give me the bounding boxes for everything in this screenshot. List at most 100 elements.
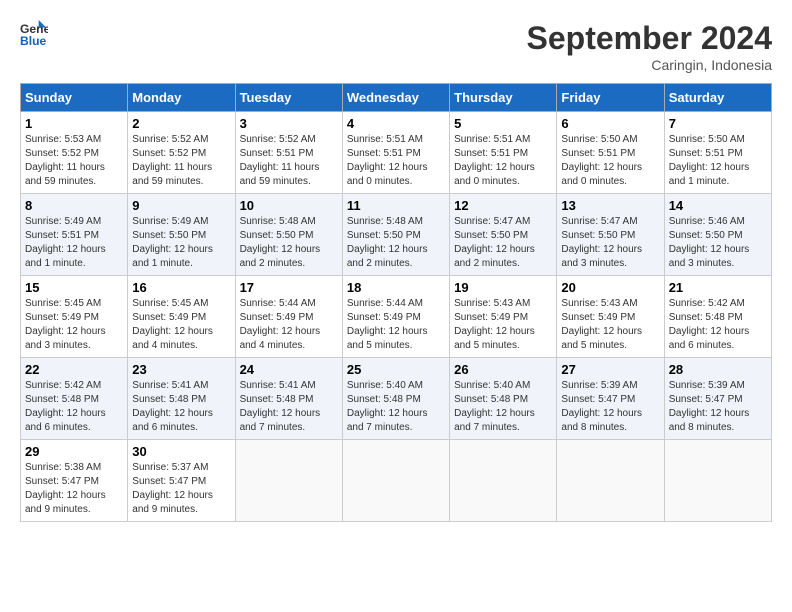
calendar-cell: 28 Sunrise: 5:39 AM Sunset: 5:47 PM Dayl… bbox=[664, 358, 771, 440]
day-number: 23 bbox=[132, 362, 230, 377]
calendar-week-row: 22 Sunrise: 5:42 AM Sunset: 5:48 PM Dayl… bbox=[21, 358, 772, 440]
calendar-cell: 10 Sunrise: 5:48 AM Sunset: 5:50 PM Dayl… bbox=[235, 194, 342, 276]
calendar-cell bbox=[450, 440, 557, 522]
day-number: 20 bbox=[561, 280, 659, 295]
day-number: 14 bbox=[669, 198, 767, 213]
header-day-tuesday: Tuesday bbox=[235, 84, 342, 112]
calendar-cell: 17 Sunrise: 5:44 AM Sunset: 5:49 PM Dayl… bbox=[235, 276, 342, 358]
calendar-cell: 25 Sunrise: 5:40 AM Sunset: 5:48 PM Dayl… bbox=[342, 358, 449, 440]
day-number: 16 bbox=[132, 280, 230, 295]
day-info: Sunrise: 5:41 AM Sunset: 5:48 PM Dayligh… bbox=[240, 379, 338, 435]
day-info: Sunrise: 5:46 AM Sunset: 5:50 PM Dayligh… bbox=[669, 215, 767, 271]
location: Caringin, Indonesia bbox=[527, 57, 772, 73]
day-number: 11 bbox=[347, 198, 445, 213]
calendar-cell: 26 Sunrise: 5:40 AM Sunset: 5:48 PM Dayl… bbox=[450, 358, 557, 440]
calendar-cell: 30 Sunrise: 5:37 AM Sunset: 5:47 PM Dayl… bbox=[128, 440, 235, 522]
calendar-week-row: 15 Sunrise: 5:45 AM Sunset: 5:49 PM Dayl… bbox=[21, 276, 772, 358]
day-number: 29 bbox=[25, 444, 123, 459]
day-number: 5 bbox=[454, 116, 552, 131]
day-number: 28 bbox=[669, 362, 767, 377]
day-info: Sunrise: 5:48 AM Sunset: 5:50 PM Dayligh… bbox=[240, 215, 338, 271]
header-day-sunday: Sunday bbox=[21, 84, 128, 112]
day-info: Sunrise: 5:38 AM Sunset: 5:47 PM Dayligh… bbox=[25, 461, 123, 517]
day-number: 19 bbox=[454, 280, 552, 295]
day-number: 30 bbox=[132, 444, 230, 459]
day-number: 6 bbox=[561, 116, 659, 131]
header-day-saturday: Saturday bbox=[664, 84, 771, 112]
day-number: 15 bbox=[25, 280, 123, 295]
day-number: 2 bbox=[132, 116, 230, 131]
day-info: Sunrise: 5:45 AM Sunset: 5:49 PM Dayligh… bbox=[132, 297, 230, 353]
day-info: Sunrise: 5:52 AM Sunset: 5:51 PM Dayligh… bbox=[240, 133, 338, 189]
day-info: Sunrise: 5:43 AM Sunset: 5:49 PM Dayligh… bbox=[561, 297, 659, 353]
calendar-cell: 2 Sunrise: 5:52 AM Sunset: 5:52 PM Dayli… bbox=[128, 112, 235, 194]
day-info: Sunrise: 5:39 AM Sunset: 5:47 PM Dayligh… bbox=[561, 379, 659, 435]
day-info: Sunrise: 5:39 AM Sunset: 5:47 PM Dayligh… bbox=[669, 379, 767, 435]
calendar-cell: 24 Sunrise: 5:41 AM Sunset: 5:48 PM Dayl… bbox=[235, 358, 342, 440]
day-number: 12 bbox=[454, 198, 552, 213]
day-info: Sunrise: 5:51 AM Sunset: 5:51 PM Dayligh… bbox=[454, 133, 552, 189]
calendar-cell: 20 Sunrise: 5:43 AM Sunset: 5:49 PM Dayl… bbox=[557, 276, 664, 358]
calendar-table: SundayMondayTuesdayWednesdayThursdayFrid… bbox=[20, 83, 772, 522]
calendar-cell: 27 Sunrise: 5:39 AM Sunset: 5:47 PM Dayl… bbox=[557, 358, 664, 440]
title-area: September 2024 Caringin, Indonesia bbox=[527, 20, 772, 73]
day-info: Sunrise: 5:48 AM Sunset: 5:50 PM Dayligh… bbox=[347, 215, 445, 271]
calendar-cell: 12 Sunrise: 5:47 AM Sunset: 5:50 PM Dayl… bbox=[450, 194, 557, 276]
calendar-cell: 15 Sunrise: 5:45 AM Sunset: 5:49 PM Dayl… bbox=[21, 276, 128, 358]
day-info: Sunrise: 5:50 AM Sunset: 5:51 PM Dayligh… bbox=[561, 133, 659, 189]
calendar-cell: 9 Sunrise: 5:49 AM Sunset: 5:50 PM Dayli… bbox=[128, 194, 235, 276]
calendar-cell bbox=[235, 440, 342, 522]
calendar-cell: 21 Sunrise: 5:42 AM Sunset: 5:48 PM Dayl… bbox=[664, 276, 771, 358]
day-info: Sunrise: 5:47 AM Sunset: 5:50 PM Dayligh… bbox=[561, 215, 659, 271]
day-info: Sunrise: 5:42 AM Sunset: 5:48 PM Dayligh… bbox=[669, 297, 767, 353]
day-number: 21 bbox=[669, 280, 767, 295]
calendar-cell bbox=[664, 440, 771, 522]
calendar-cell: 4 Sunrise: 5:51 AM Sunset: 5:51 PM Dayli… bbox=[342, 112, 449, 194]
calendar-cell: 1 Sunrise: 5:53 AM Sunset: 5:52 PM Dayli… bbox=[21, 112, 128, 194]
day-number: 3 bbox=[240, 116, 338, 131]
calendar-cell bbox=[342, 440, 449, 522]
calendar-cell: 5 Sunrise: 5:51 AM Sunset: 5:51 PM Dayli… bbox=[450, 112, 557, 194]
svg-text:Blue: Blue bbox=[20, 34, 47, 48]
day-number: 27 bbox=[561, 362, 659, 377]
day-info: Sunrise: 5:43 AM Sunset: 5:49 PM Dayligh… bbox=[454, 297, 552, 353]
calendar-cell: 11 Sunrise: 5:48 AM Sunset: 5:50 PM Dayl… bbox=[342, 194, 449, 276]
day-info: Sunrise: 5:40 AM Sunset: 5:48 PM Dayligh… bbox=[454, 379, 552, 435]
day-info: Sunrise: 5:47 AM Sunset: 5:50 PM Dayligh… bbox=[454, 215, 552, 271]
calendar-cell: 23 Sunrise: 5:41 AM Sunset: 5:48 PM Dayl… bbox=[128, 358, 235, 440]
calendar-cell: 16 Sunrise: 5:45 AM Sunset: 5:49 PM Dayl… bbox=[128, 276, 235, 358]
calendar-cell: 8 Sunrise: 5:49 AM Sunset: 5:51 PM Dayli… bbox=[21, 194, 128, 276]
day-info: Sunrise: 5:40 AM Sunset: 5:48 PM Dayligh… bbox=[347, 379, 445, 435]
logo: General Blue bbox=[20, 20, 48, 48]
calendar-week-row: 1 Sunrise: 5:53 AM Sunset: 5:52 PM Dayli… bbox=[21, 112, 772, 194]
day-number: 7 bbox=[669, 116, 767, 131]
header-day-wednesday: Wednesday bbox=[342, 84, 449, 112]
day-info: Sunrise: 5:49 AM Sunset: 5:51 PM Dayligh… bbox=[25, 215, 123, 271]
calendar-header-row: SundayMondayTuesdayWednesdayThursdayFrid… bbox=[21, 84, 772, 112]
day-number: 8 bbox=[25, 198, 123, 213]
day-number: 13 bbox=[561, 198, 659, 213]
calendar-cell: 14 Sunrise: 5:46 AM Sunset: 5:50 PM Dayl… bbox=[664, 194, 771, 276]
day-number: 4 bbox=[347, 116, 445, 131]
day-info: Sunrise: 5:41 AM Sunset: 5:48 PM Dayligh… bbox=[132, 379, 230, 435]
calendar-cell: 6 Sunrise: 5:50 AM Sunset: 5:51 PM Dayli… bbox=[557, 112, 664, 194]
day-number: 1 bbox=[25, 116, 123, 131]
calendar-week-row: 8 Sunrise: 5:49 AM Sunset: 5:51 PM Dayli… bbox=[21, 194, 772, 276]
day-info: Sunrise: 5:42 AM Sunset: 5:48 PM Dayligh… bbox=[25, 379, 123, 435]
day-info: Sunrise: 5:49 AM Sunset: 5:50 PM Dayligh… bbox=[132, 215, 230, 271]
day-info: Sunrise: 5:50 AM Sunset: 5:51 PM Dayligh… bbox=[669, 133, 767, 189]
calendar-cell: 29 Sunrise: 5:38 AM Sunset: 5:47 PM Dayl… bbox=[21, 440, 128, 522]
calendar-cell: 13 Sunrise: 5:47 AM Sunset: 5:50 PM Dayl… bbox=[557, 194, 664, 276]
day-info: Sunrise: 5:45 AM Sunset: 5:49 PM Dayligh… bbox=[25, 297, 123, 353]
month-title: September 2024 bbox=[527, 20, 772, 57]
calendar-cell: 22 Sunrise: 5:42 AM Sunset: 5:48 PM Dayl… bbox=[21, 358, 128, 440]
calendar-cell: 18 Sunrise: 5:44 AM Sunset: 5:49 PM Dayl… bbox=[342, 276, 449, 358]
day-info: Sunrise: 5:44 AM Sunset: 5:49 PM Dayligh… bbox=[240, 297, 338, 353]
header-day-friday: Friday bbox=[557, 84, 664, 112]
header-day-monday: Monday bbox=[128, 84, 235, 112]
logo-icon: General Blue bbox=[20, 20, 48, 48]
calendar-week-row: 29 Sunrise: 5:38 AM Sunset: 5:47 PM Dayl… bbox=[21, 440, 772, 522]
calendar-body: 1 Sunrise: 5:53 AM Sunset: 5:52 PM Dayli… bbox=[21, 112, 772, 522]
day-number: 10 bbox=[240, 198, 338, 213]
calendar-cell: 19 Sunrise: 5:43 AM Sunset: 5:49 PM Dayl… bbox=[450, 276, 557, 358]
